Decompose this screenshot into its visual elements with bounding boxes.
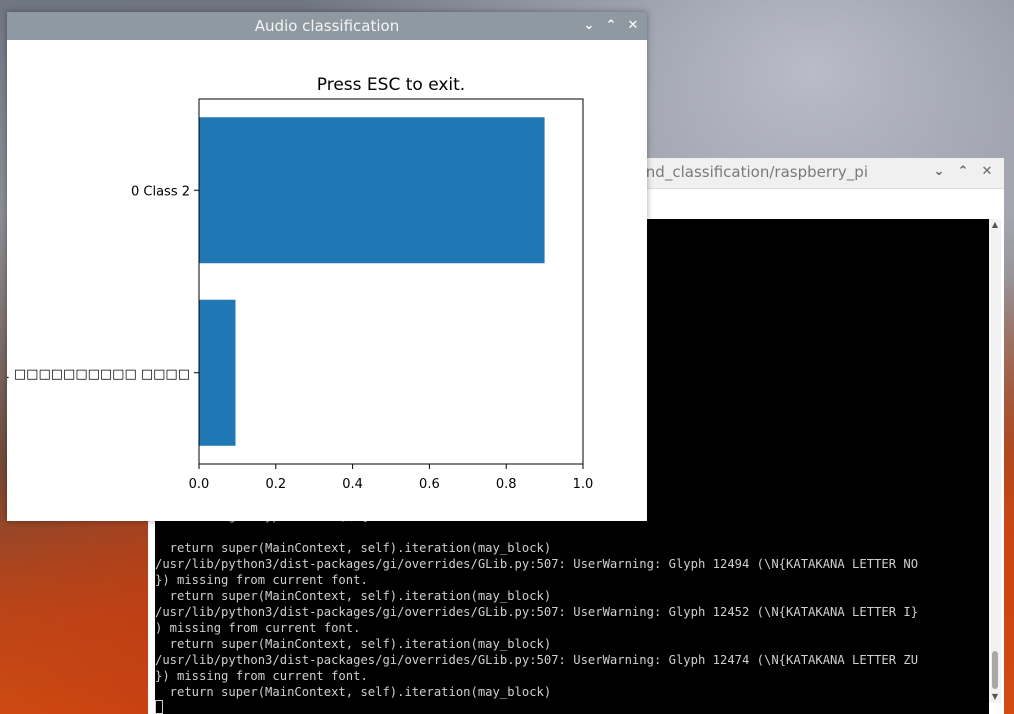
terminal-line: }) missing from current font. [155, 669, 368, 683]
x-tick-label-1: 0.2 [265, 477, 286, 492]
terminal-line: return super(MainContext, self).iteratio… [155, 685, 552, 699]
terminal-cursor [155, 700, 163, 714]
terminal-scrollbar[interactable]: ▲ ▼ [989, 219, 1001, 703]
x-tick-label-0: 0.0 [189, 477, 210, 492]
y-tick-label-0: 0 Class 2 [131, 184, 190, 199]
bar-1 [199, 299, 236, 446]
terminal-line: return super(MainContext, self).iteratio… [155, 637, 552, 651]
plot-minimize-button[interactable]: ⌄ [581, 17, 597, 35]
plot-close-button[interactable]: ✕ [625, 17, 641, 35]
bar-0 [199, 117, 545, 264]
plot-titlebar[interactable]: Audio classification ⌄ ⌃ ✕ [7, 12, 647, 40]
x-tick-label-2: 0.4 [342, 477, 363, 492]
x-tick-label-3: 0.6 [419, 477, 440, 492]
plot-maximize-button[interactable]: ⌃ [603, 17, 619, 35]
terminal-minimize-button[interactable]: ⌄ [930, 163, 948, 181]
terminal-maximize-button[interactable]: ⌃ [954, 163, 972, 181]
terminal-line: /usr/lib/python3/dist-packages/gi/overri… [155, 557, 919, 571]
terminal-line: /usr/lib/python3/dist-packages/gi/overri… [155, 653, 919, 667]
terminal-close-button[interactable]: ✕ [978, 163, 996, 181]
scrollbar-thumb[interactable] [992, 651, 998, 689]
x-tick-label-4: 0.8 [496, 477, 517, 492]
plot-window[interactable]: Audio classification ⌄ ⌃ ✕ Press ESC to … [7, 12, 647, 521]
scroll-down-arrow-icon[interactable]: ▼ [989, 691, 1001, 703]
scroll-up-arrow-icon[interactable]: ▲ [989, 219, 1001, 231]
terminal-line: return super(MainContext, self).iteratio… [155, 589, 552, 603]
terminal-line: ) missing from current font. [155, 621, 361, 635]
classification-chart: Press ESC to exit. 0 Class 2 1 □□□□□□□□□□ … [7, 75, 594, 492]
terminal-line: /usr/lib/python3/dist-packages/gi/overri… [155, 605, 919, 619]
chart-title: Press ESC to exit. [317, 75, 465, 95]
x-tick-label-5: 1.0 [573, 477, 594, 492]
y-tick-label-1: 1 □□□□□□□□□□ □□□□ [7, 367, 190, 382]
plot-window-title: Audio classification [254, 17, 400, 35]
terminal-line: return super(MainContext, self).iteratio… [155, 541, 552, 555]
terminal-line: }) missing from current font. [155, 573, 368, 587]
